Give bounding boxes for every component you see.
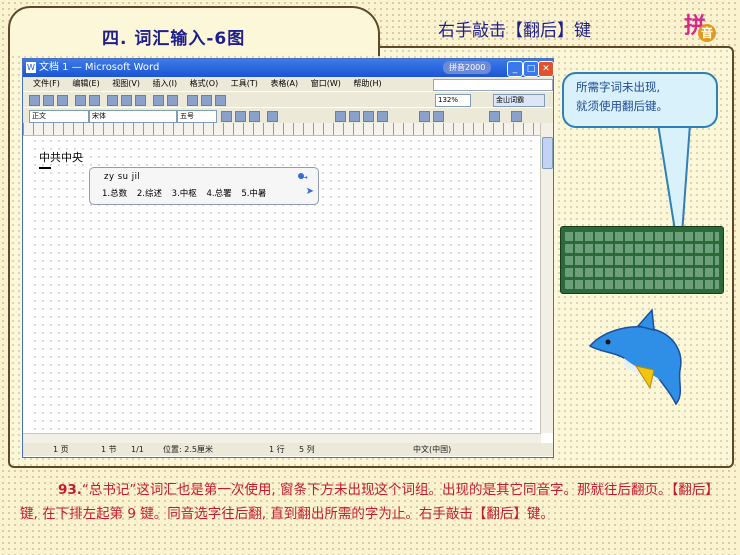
callout-line-1: 所需字词未出现, [576,80,661,94]
status-col: 5 列 [299,445,315,454]
caption-text: “总书记”这词汇也是第一次使用, 窗条下方未出现这个词组。出现的是其它同音字。那… [20,482,719,522]
dolphin-icon [588,308,682,406]
status-lang: 中文(中国) [413,445,452,454]
callout-line-2: 就须使用翻后键。 [576,99,668,113]
caption: 93.“总书记”这词汇也是第一次使用, 窗条下方未出现这个词组。出现的是其它同音… [20,478,722,526]
status-position: 位置: 2.5厘米 [163,445,213,454]
callout-bubble: 所需字词未出现, 就须使用翻后键。 [562,72,718,128]
status-line: 1 行 [269,445,285,454]
status-section: 1 节 [101,445,117,454]
status-pages: 1/1 [131,445,144,454]
keyboard-image [560,226,724,294]
caption-number: 93. [58,482,82,498]
status-bar: 1 页 1 节 1/1 位置: 2.5厘米 1 行 5 列 中文(中国) [23,443,553,456]
status-page: 1 页 [53,445,69,454]
